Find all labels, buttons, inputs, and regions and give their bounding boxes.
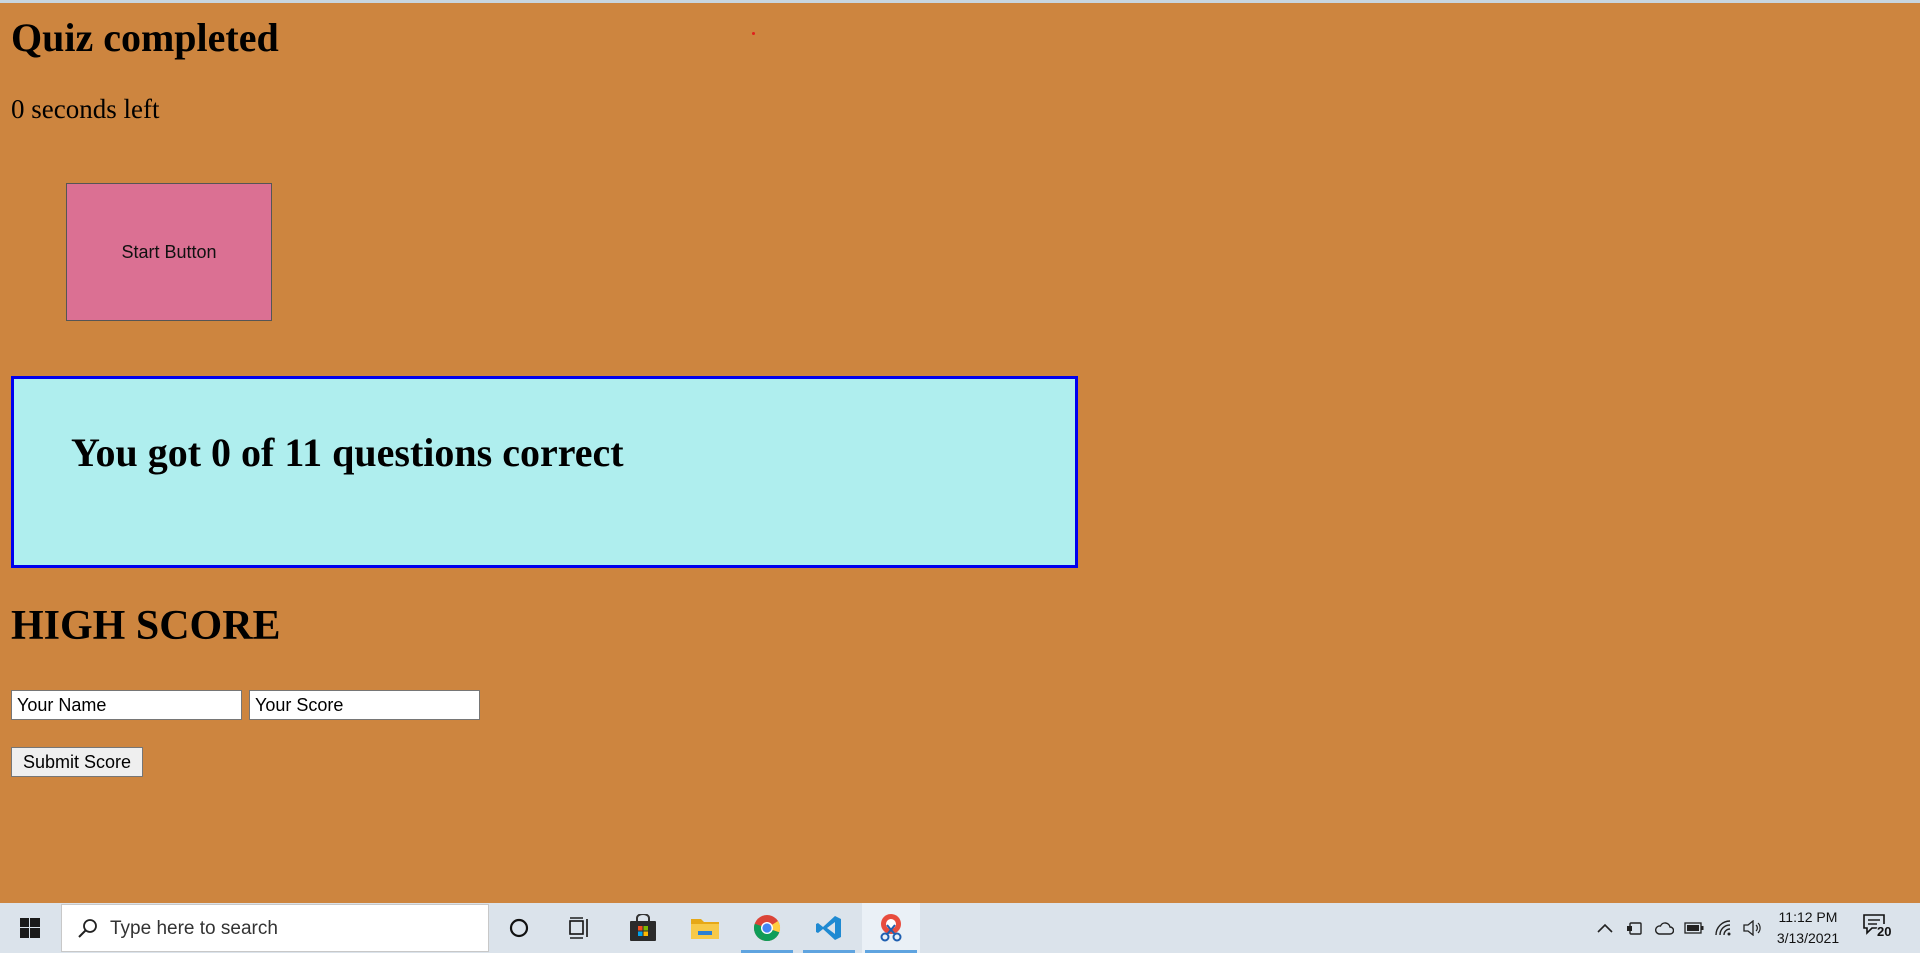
wifi-icon xyxy=(1715,920,1731,936)
chevron-up-icon xyxy=(1597,923,1613,933)
volume-tray[interactable] xyxy=(1743,918,1763,938)
search-icon xyxy=(78,919,97,938)
snipping-tool-icon xyxy=(880,914,902,942)
store-button[interactable] xyxy=(614,903,672,953)
score-input[interactable] xyxy=(249,690,480,720)
start-button[interactable]: Start Button xyxy=(66,183,272,321)
clock-date: 3/13/2021 xyxy=(1776,930,1840,946)
clock-time: 11:12 PM xyxy=(1778,909,1838,925)
show-hidden-icons[interactable] xyxy=(1595,918,1615,938)
cortana-icon xyxy=(509,918,529,938)
file-explorer-icon xyxy=(691,919,719,939)
page-title: Quiz completed xyxy=(11,15,279,60)
notification-count-badge: 20 xyxy=(1876,924,1893,939)
name-input[interactable] xyxy=(11,690,242,720)
result-box: You got 0 of 11 questions correct xyxy=(11,376,1078,568)
vscode-button[interactable] xyxy=(800,903,858,953)
task-view-icon xyxy=(569,917,588,939)
network-tray[interactable] xyxy=(1714,918,1734,938)
taskbar: Type here to search 11:12 PM 3/13/2021 2… xyxy=(0,903,1920,953)
speaker-icon xyxy=(1743,920,1761,936)
cortana-button[interactable] xyxy=(490,903,548,953)
windows-start-button[interactable] xyxy=(0,903,60,953)
red-dot xyxy=(752,32,755,35)
search-placeholder: Type here to search xyxy=(110,918,278,939)
quiz-page: Quiz completed 0 seconds left Start Butt… xyxy=(0,0,1920,903)
windows-logo-icon xyxy=(20,918,40,938)
task-view-button[interactable] xyxy=(551,903,609,953)
file-explorer-button[interactable] xyxy=(676,903,734,953)
battery-icon xyxy=(1684,922,1704,934)
taskbar-search-box[interactable]: Type here to search xyxy=(61,904,489,952)
result-text: You got 0 of 11 questions correct xyxy=(71,430,624,475)
high-score-heading: HIGH SCORE xyxy=(11,603,281,649)
meet-now-icon xyxy=(1627,922,1642,935)
submit-score-button[interactable]: Submit Score xyxy=(11,747,143,777)
action-center-button[interactable]: 20 xyxy=(1862,913,1893,943)
store-icon xyxy=(630,914,656,941)
onedrive-cloud-icon xyxy=(1655,922,1674,935)
chrome-icon xyxy=(753,915,781,942)
onedrive-tray[interactable] xyxy=(1654,918,1674,938)
timer-text: 0 seconds left xyxy=(11,94,160,124)
battery-tray[interactable] xyxy=(1684,918,1704,938)
chrome-button[interactable] xyxy=(738,903,796,953)
vscode-icon xyxy=(816,916,841,940)
taskbar-clock[interactable]: 11:12 PM 3/13/2021 xyxy=(1770,907,1846,949)
meet-now-tray[interactable] xyxy=(1625,918,1645,938)
snipping-tool-button[interactable] xyxy=(862,903,920,953)
